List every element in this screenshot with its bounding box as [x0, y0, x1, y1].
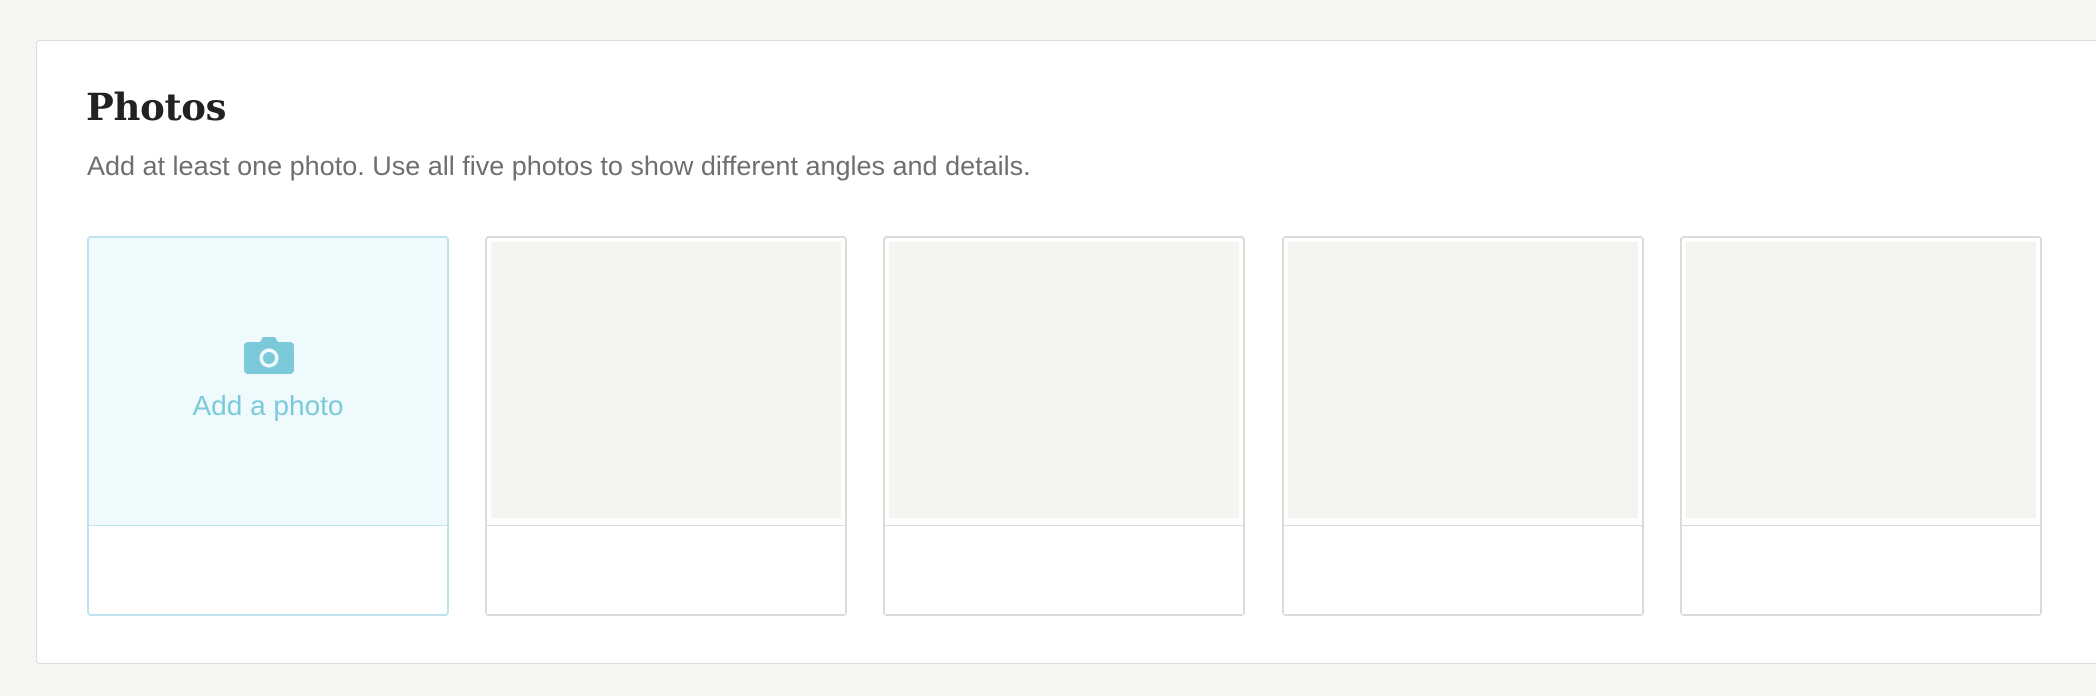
section-description: Add at least one photo. Use all five pho…: [87, 151, 1031, 181]
photo-slot-3: [883, 236, 1245, 616]
add-photo-label: Add a photo: [192, 390, 344, 421]
add-photo-button[interactable]: Add a photo: [89, 238, 447, 526]
photo-slot-footer: [487, 525, 845, 614]
photo-placeholder: [491, 242, 841, 518]
photo-slots: Add a photo: [87, 236, 2043, 616]
photos-panel: Photos Add at least one photo. Use all f…: [36, 40, 2096, 664]
section-title: Photos: [86, 85, 227, 129]
photo-slot-footer: [885, 525, 1243, 614]
photo-placeholder: [1288, 242, 1638, 518]
photo-slot-4: [1282, 236, 1644, 616]
photo-slot-2: [485, 236, 847, 616]
photo-slot-footer: [89, 525, 447, 614]
photo-placeholder: [1686, 242, 2036, 518]
camera-icon: [244, 337, 294, 374]
add-photo-slot[interactable]: Add a photo: [87, 236, 449, 616]
photo-slot-footer: [1284, 525, 1642, 614]
photo-slot-footer: [1682, 525, 2040, 614]
photo-slot-5: [1680, 236, 2042, 616]
photo-placeholder: [889, 242, 1239, 518]
